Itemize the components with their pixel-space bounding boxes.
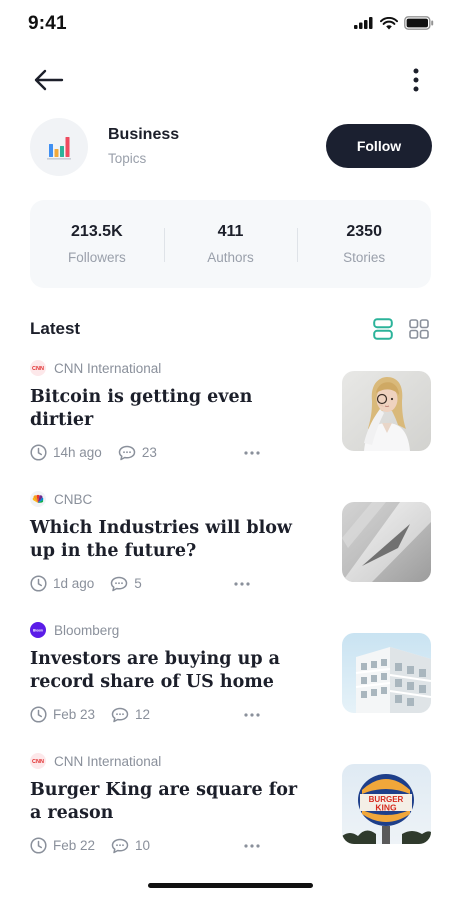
cellular-signal-icon [354,17,373,29]
article-time: Feb 22 [30,837,95,854]
clock-icon [30,706,47,723]
grid-view-button[interactable] [409,319,429,339]
back-button[interactable] [30,66,66,94]
follow-button[interactable]: Follow [326,124,432,168]
stat-label: Authors [207,250,254,265]
article-meta: 1d ago 5 [30,575,142,592]
cnn-logo: CNN [30,753,46,769]
arrow-left-icon [34,69,64,91]
stat-label: Stories [343,250,386,265]
status-time: 9:41 [28,13,67,34]
article-time: 1d ago [30,575,94,592]
comment-count: 5 [134,576,142,591]
article-thumbnail-abstract[interactable] [342,502,431,582]
latest-section-header: Latest [30,316,431,342]
more-horizontal-icon [244,844,260,848]
stat-authors[interactable]: 411 Authors [163,200,298,288]
article-comments[interactable]: 12 [111,707,150,723]
article-meta: 14h ago 23 [30,444,157,461]
time-text: 14h ago [53,445,102,460]
top-navigation [0,60,460,100]
article-thumbnail-building[interactable] [342,633,431,713]
list-view-button[interactable] [373,318,393,340]
article-source: CNN CNN International [30,753,161,769]
status-icons [354,16,434,30]
article-thumbnail-woman[interactable] [342,371,431,451]
article-more-button[interactable] [243,839,261,853]
stat-stories[interactable]: 2350 Stories [297,200,431,288]
article-source: CNBC [30,491,92,507]
article-comments[interactable]: 5 [110,576,142,592]
battery-icon [404,16,434,30]
article-meta: Feb 22 10 [30,837,150,854]
article-card[interactable]: CNBC Which Industries will blow up in th… [30,489,431,620]
article-meta: Feb 23 12 [30,706,150,723]
article-headline[interactable]: Investors are buying up a record share o… [30,648,300,694]
list-view-icon [373,318,393,340]
svg-text:CNN: CNN [32,366,44,371]
section-title: Latest [30,319,81,338]
source-name: CNBC [54,491,93,507]
topic-subtitle: Topics [108,151,147,166]
cnbc-logo [30,491,46,507]
clock-icon [30,837,47,854]
svg-text:CNN: CNN [32,759,44,764]
article-list: CNN CNN International Bitcoin is getting… [30,358,431,882]
home-indicator[interactable] [148,883,313,888]
more-horizontal-icon [244,713,260,717]
stat-value: 2350 [346,223,382,240]
clock-icon [30,444,47,461]
status-bar: 9:41 [0,0,460,44]
comment-count: 23 [141,445,157,460]
article-source: CNN CNN International [30,360,161,376]
more-horizontal-icon [244,451,260,455]
article-card[interactable]: CNN CNN International Burger King are sq… [30,751,431,882]
comment-count: 12 [135,707,151,722]
article-more-button[interactable] [243,708,261,722]
topic-avatar [30,118,88,176]
topic-header: Business Topics Follow [30,118,432,176]
article-more-button[interactable] [243,446,261,460]
stat-value: 411 [217,223,244,240]
source-name: CNN International [54,753,162,769]
article-headline[interactable]: Bitcoin is getting even dirtier [30,386,300,432]
comment-icon [118,445,136,460]
bloomberg-logo: Bloom [30,622,46,638]
source-name: Bloomberg [54,622,120,638]
svg-text:Bloom: Bloom [33,629,43,633]
stat-followers[interactable]: 213.5K Followers [30,200,164,288]
article-time: Feb 23 [30,706,95,723]
time-text: Feb 23 [53,707,96,722]
clock-icon [30,575,47,592]
topic-title: Business [108,126,180,143]
article-headline[interactable]: Which Industries will blow up in the fut… [30,517,300,563]
comment-icon [111,576,128,591]
bar-chart-icon [47,137,71,160]
article-comments[interactable]: 23 [118,445,157,461]
article-card[interactable]: Bloom Bloomberg Investors are buying up … [30,620,431,751]
article-card[interactable]: CNN CNN International Bitcoin is getting… [30,358,431,489]
wifi-icon [380,16,398,29]
time-text: Feb 22 [53,838,96,853]
grid-view-icon [409,319,429,339]
time-text: 1d ago [53,576,95,591]
stat-label: Followers [67,250,126,265]
cnn-logo: CNN [30,360,46,376]
more-options-button[interactable] [406,66,426,96]
svg-text:KING: KING [375,803,397,813]
article-comments[interactable]: 10 [111,838,150,854]
comment-count: 10 [135,838,151,853]
stats-card: 213.5K Followers 411 Authors 2350 Storie… [30,200,431,288]
article-source: Bloom Bloomberg [30,622,119,638]
source-name: CNN International [54,360,162,376]
comment-icon [111,838,129,853]
article-more-button[interactable] [233,577,251,591]
more-horizontal-icon [234,582,250,586]
more-vertical-icon [413,68,419,92]
article-thumbnail-burger-sign[interactable]: BURGER KING [342,764,431,844]
article-headline[interactable]: Burger King are square for a reason [30,779,300,825]
article-time: 14h ago [30,444,102,461]
stat-value: 213.5K [71,223,123,240]
comment-icon [111,707,129,722]
